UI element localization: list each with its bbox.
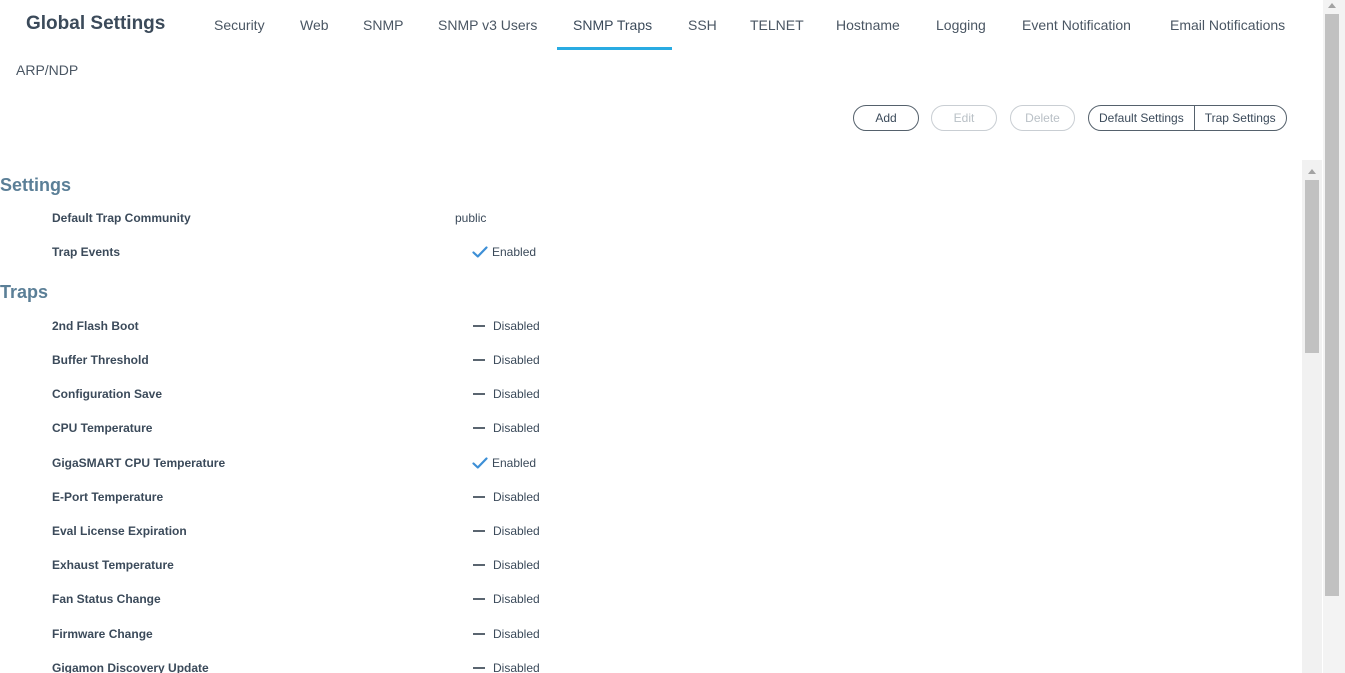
dash-icon: [473, 598, 485, 600]
setting-value: Enabled: [472, 245, 537, 259]
trap-label: Exhaust Temperature: [52, 558, 174, 572]
dash-icon: [473, 359, 485, 361]
edit-button[interactable]: Edit: [931, 105, 997, 131]
default-settings-button[interactable]: Default Settings: [1089, 106, 1194, 130]
tab-telnet[interactable]: TELNET: [750, 17, 804, 33]
trap-label: GigaSMART CPU Temperature: [52, 456, 226, 470]
trap-label: E-Port Temperature: [52, 490, 164, 504]
trap-label: Configuration Save: [52, 387, 163, 401]
page-scrollbar-thumb[interactable]: [1325, 14, 1339, 596]
status-text: Disabled: [493, 490, 540, 504]
status-text: Disabled: [493, 592, 540, 606]
dash-icon: [473, 530, 485, 532]
trap-value: Disabled: [473, 353, 540, 367]
settings-heading: Settings: [0, 175, 72, 195]
trap-value: Disabled: [473, 421, 540, 435]
tab-security[interactable]: Security: [214, 17, 265, 33]
tab-logging[interactable]: Logging: [936, 17, 986, 33]
global-settings-page: Global Settings Security Web SNMP SNMP v…: [0, 0, 1345, 673]
trap-label: Gigamon Discovery Update: [52, 661, 209, 673]
page-scroll-up-arrow-icon[interactable]: [1328, 3, 1336, 8]
tab-snmp-v3-users[interactable]: SNMP v3 Users: [438, 17, 537, 33]
trap-value: Enabled: [472, 456, 537, 470]
tab-event-notification[interactable]: Event Notification: [1022, 17, 1131, 33]
status-text: Disabled: [493, 421, 540, 435]
trap-label: 2nd Flash Boot: [52, 319, 139, 333]
dash-icon: [473, 667, 485, 669]
setting-label: Trap Events: [52, 245, 121, 259]
trap-value: Disabled: [473, 524, 540, 538]
status-text: Enabled: [492, 456, 537, 470]
scroll-up-arrow-icon[interactable]: [1308, 169, 1316, 174]
trap-value: Disabled: [473, 592, 540, 606]
status-text: public: [455, 211, 487, 225]
content-scrollbar-thumb[interactable]: [1305, 180, 1319, 353]
tab-ssh[interactable]: SSH: [688, 17, 717, 33]
trap-value: Disabled: [473, 558, 540, 572]
trap-settings-button[interactable]: Trap Settings: [1193, 106, 1286, 130]
status-text: Disabled: [493, 558, 540, 572]
dash-icon: [473, 393, 485, 395]
setting-value: public: [455, 211, 486, 225]
dash-icon: [473, 564, 485, 566]
status-text: Enabled: [492, 245, 537, 259]
add-button[interactable]: Add: [853, 105, 919, 131]
trap-label: Firmware Change: [52, 627, 153, 641]
settings-toggle-group: Default Settings Trap Settings: [1088, 105, 1287, 131]
status-text: Disabled: [493, 387, 540, 401]
status-text: Disabled: [493, 353, 540, 367]
trap-value: Disabled: [473, 387, 540, 401]
dash-icon: [473, 496, 485, 498]
status-text: Disabled: [493, 661, 540, 673]
tab-snmp[interactable]: SNMP: [363, 17, 403, 33]
trap-label: Eval License Expiration: [52, 524, 187, 538]
tab-arp-ndp[interactable]: ARP/NDP: [16, 62, 78, 78]
trap-label: Buffer Threshold: [52, 353, 149, 367]
trap-label: CPU Temperature: [52, 421, 153, 435]
status-text: Disabled: [493, 319, 540, 333]
active-tab-indicator: [557, 47, 672, 50]
trap-value: Disabled: [473, 319, 540, 333]
status-text: Disabled: [493, 524, 540, 538]
page-title: Global Settings: [26, 13, 166, 34]
check-icon: [472, 457, 488, 469]
tab-snmp-traps[interactable]: SNMP Traps: [573, 17, 652, 33]
traps-heading: Traps: [0, 282, 49, 302]
tab-web[interactable]: Web: [300, 17, 329, 33]
dash-icon: [473, 427, 485, 429]
trap-value: Disabled: [473, 661, 540, 673]
setting-label: Default Trap Community: [52, 211, 191, 225]
trap-value: Disabled: [473, 627, 540, 641]
trap-value: Disabled: [473, 490, 540, 504]
dash-icon: [473, 325, 485, 327]
dash-icon: [473, 633, 485, 635]
check-icon: [472, 246, 488, 258]
trap-label: Fan Status Change: [52, 592, 161, 606]
status-text: Disabled: [493, 627, 540, 641]
delete-button[interactable]: Delete: [1010, 105, 1075, 131]
tab-hostname[interactable]: Hostname: [836, 17, 900, 33]
tab-email-notifications[interactable]: Email Notifications: [1170, 17, 1285, 33]
